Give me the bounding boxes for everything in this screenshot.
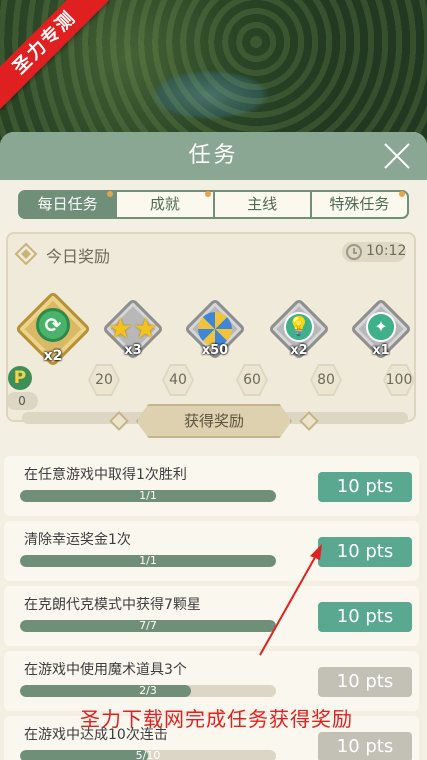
task-title: 在游戏中使用魔术道具3个 [24, 662, 187, 678]
reward-qty: x2 [290, 343, 308, 358]
tab-special-tasks[interactable]: 特殊任务 [309, 191, 407, 217]
tab-daily-tasks[interactable]: 每日任务 [20, 191, 116, 217]
corner-ribbon: 圣力专测 [0, 0, 110, 110]
milestone-20: 20 [88, 364, 120, 396]
today-rewards-title: 今日奖励 [46, 247, 111, 266]
task-progress-text: 1/1 [139, 555, 157, 567]
task-title: 在任意游戏中取得1次胜利 [24, 467, 187, 483]
panel-header: 任务 [0, 132, 427, 180]
notification-dot [107, 191, 114, 197]
points-value: 0 [6, 392, 38, 410]
task-title: 清除幸运奖金1次 [24, 532, 131, 548]
points-icon: P [8, 366, 32, 390]
milestone-label: 100 [385, 372, 413, 388]
claim-deco-left [109, 411, 129, 431]
milestone-80: 80 [310, 364, 342, 396]
striped-ball-icon [182, 312, 248, 346]
tab-label: 每日任务 [37, 195, 98, 213]
milestone-100: 100 [383, 364, 415, 396]
reward-qty: x1 [372, 343, 390, 358]
task-progress-bar: 2/3 [20, 685, 276, 697]
task-title: 在克朗代克模式中获得7颗星 [24, 597, 201, 613]
notification-dot [204, 191, 211, 197]
task-reward-button[interactable]: 10 pts [318, 667, 412, 697]
reward-slot-1[interactable]: ⟳ x2 [14, 290, 92, 368]
diamond-badge-icon [14, 242, 38, 266]
task-progress-text: 1/1 [139, 490, 157, 502]
ribbon-text: 圣力专测 [0, 0, 110, 110]
task-reward-button[interactable]: 10 pts [318, 602, 412, 632]
task-progress-bar: 1/1 [20, 555, 276, 567]
lightbulb-icon: 💡 [266, 312, 332, 342]
tab-label: 成就 [149, 195, 180, 213]
task-panel: 任务 每日任务 成就 主线 特殊任务 今日奖励 10:12 ⟳ x2 ★★ x3… [0, 132, 427, 760]
stars-icon: ★★ [107, 312, 159, 345]
reward-slot-3[interactable]: x50 [182, 296, 248, 362]
task-progress-bar: 7/7 [20, 620, 276, 632]
milestone-40: 40 [162, 364, 194, 396]
claim-reward-area: 获得奖励 [108, 404, 320, 442]
task-progress-text: 2/3 [139, 685, 157, 697]
reward-qty: x50 [201, 343, 229, 358]
claim-reward-button[interactable]: 获得奖励 [136, 404, 292, 438]
milestone-60: 60 [236, 364, 268, 396]
annotation-text: 圣力下载网完成任务获得奖励 [80, 707, 353, 731]
clock-icon [346, 244, 362, 260]
task-reward-button[interactable]: 10 pts [318, 732, 412, 760]
panel-title: 任务 [188, 143, 239, 168]
task-progress-bar: 5/10 [20, 750, 276, 760]
close-icon[interactable] [383, 142, 411, 170]
timer-text: 10:12 [366, 243, 407, 259]
task-progress-text: 5/10 [135, 750, 161, 760]
claim-deco-right [299, 411, 319, 431]
milestone-label: 20 [95, 372, 113, 388]
reward-slot-5[interactable]: ✦ x1 [348, 296, 414, 362]
tab-main-line[interactable]: 主线 [212, 192, 310, 217]
refresh-coin-icon: ⟳ [14, 308, 92, 342]
today-rewards-card: 今日奖励 10:12 ⟳ x2 ★★ x3 x50 💡 x2 ✦ x1 [6, 232, 416, 424]
task-row: 在游戏中使用魔术道具3个 2/3 10 pts [4, 651, 419, 711]
task-row: 在任意游戏中取得1次胜利 1/1 10 pts [4, 456, 419, 516]
magic-wand-icon: ✦ [348, 312, 414, 342]
reward-qty: x3 [124, 343, 142, 358]
task-progress-text: 7/7 [139, 620, 157, 632]
notification-dot [399, 191, 405, 197]
countdown-timer: 10:12 [342, 242, 406, 262]
milestone-label: 80 [317, 372, 335, 388]
reward-slot-2[interactable]: ★★ x3 [100, 296, 166, 362]
task-row: 清除幸运奖金1次 1/1 10 pts [4, 521, 419, 581]
milestone-label: 60 [243, 372, 261, 388]
task-reward-button[interactable]: 10 pts [318, 537, 412, 567]
reward-slot-4[interactable]: 💡 x2 [266, 296, 332, 362]
task-progress-bar: 1/1 [20, 490, 276, 502]
background-pool [150, 70, 270, 120]
tab-achievements[interactable]: 成就 [115, 191, 212, 217]
reward-qty: x2 [43, 348, 63, 364]
task-row: 在克朗代克模式中获得7颗星 7/7 10 pts [4, 586, 419, 646]
task-reward-button[interactable]: 10 pts [318, 472, 412, 502]
milestone-label: 40 [169, 372, 187, 388]
tab-label: 特殊任务 [329, 195, 390, 213]
tab-label: 主线 [247, 195, 278, 213]
tab-bar: 每日任务 成就 主线 特殊任务 [18, 190, 409, 219]
